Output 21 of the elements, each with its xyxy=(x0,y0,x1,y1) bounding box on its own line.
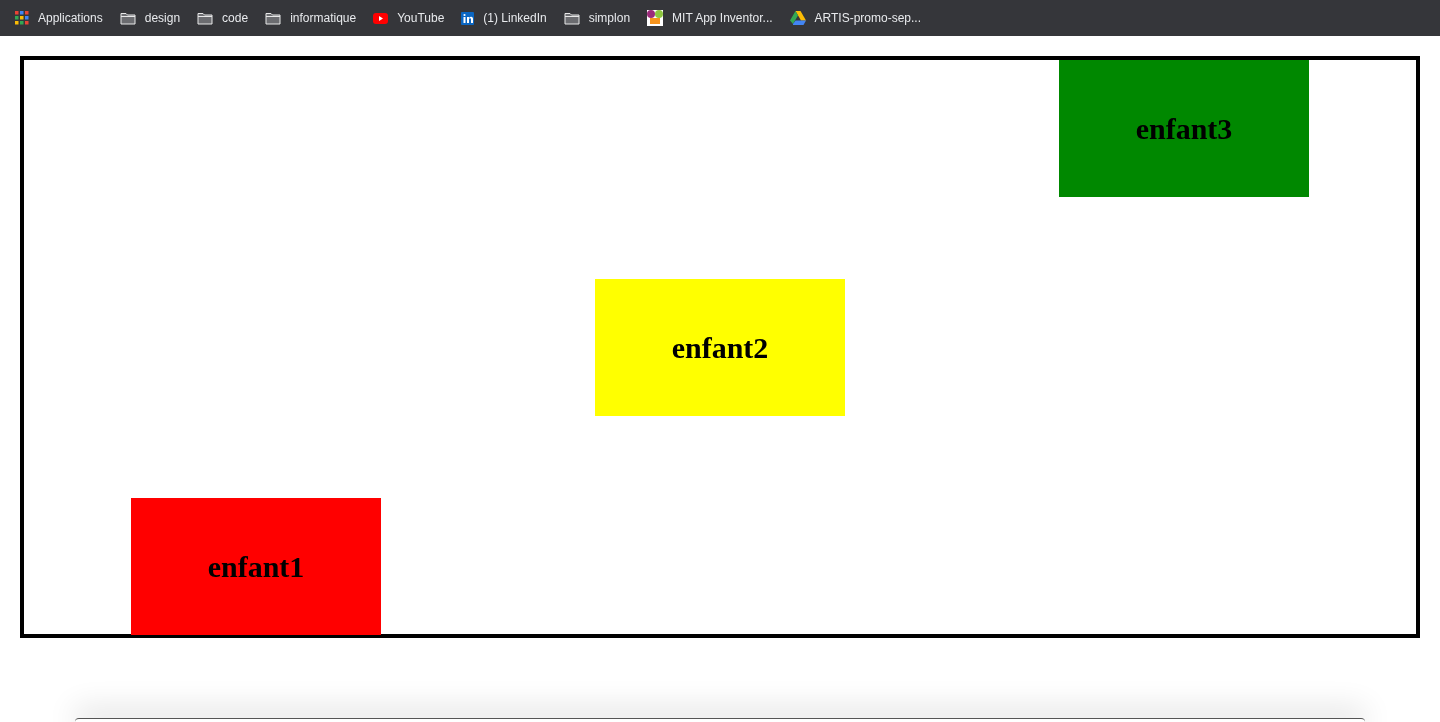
bookmark-link[interactable]: YouTube xyxy=(373,9,445,27)
bookmark-link[interactable]: ARTIS-promo-sep... xyxy=(789,9,922,27)
bookmark-link[interactable]: simplon xyxy=(563,9,631,27)
triangle-logo-icon xyxy=(789,11,806,25)
in-logo-icon xyxy=(461,11,475,25)
play-logo-icon xyxy=(373,12,389,24)
bookmark-link[interactable]: MIT App Inventor... xyxy=(647,9,773,27)
folder-icon xyxy=(265,11,282,25)
bee-logo-icon xyxy=(647,10,664,26)
folder-icon xyxy=(563,11,580,25)
bookmark-link[interactable]: Applications xyxy=(15,9,103,27)
block-label: enfant2 xyxy=(671,330,769,366)
bookmark-link[interactable]: code xyxy=(197,9,249,27)
block-label: enfant1 xyxy=(207,549,305,585)
folder-icon xyxy=(197,11,214,25)
bookmark-link[interactable]: informatique xyxy=(265,9,357,27)
bookmark-link[interactable]: design xyxy=(119,9,181,27)
block-label: enfant3 xyxy=(1135,111,1233,147)
app-grid-icon xyxy=(15,11,29,25)
folder-icon xyxy=(119,11,136,25)
bookmark-link[interactable]: (1) LinkedIn xyxy=(461,9,547,27)
